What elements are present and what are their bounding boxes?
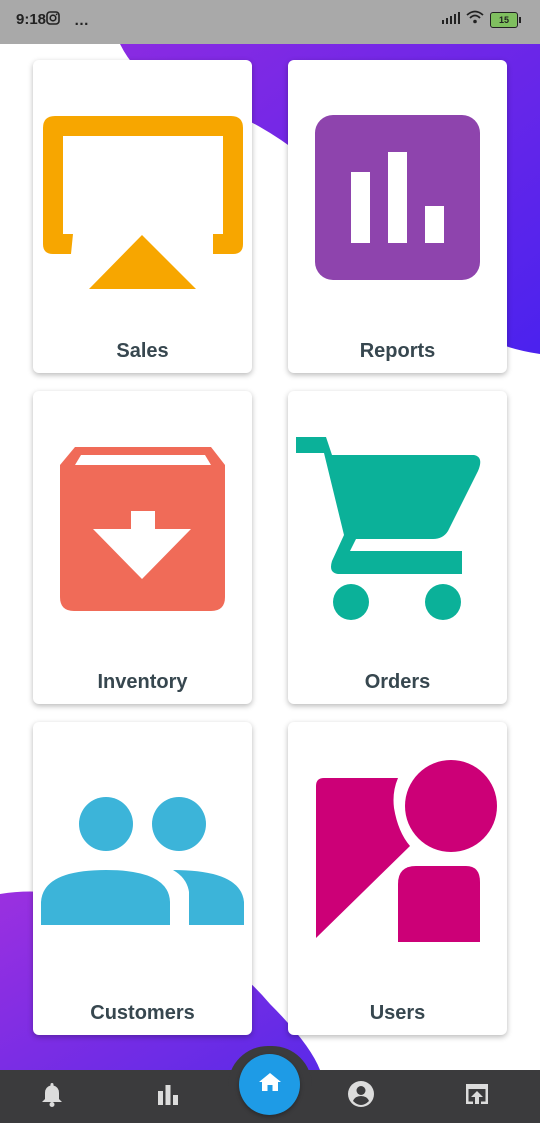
tile-label: Users [369, 1002, 426, 1024]
upload-icon [464, 1082, 490, 1111]
airplay-icon [33, 60, 252, 320]
home-icon [258, 1071, 282, 1098]
tile-reports[interactable]: Reports [288, 60, 507, 373]
shopping-cart-icon [288, 391, 507, 651]
tile-label: Customers [90, 1002, 195, 1024]
dashboard-grid: Sales Reports Inventory Orders Customers… [0, 0, 540, 1070]
tile-label: Sales [116, 340, 169, 362]
tile-orders[interactable]: Orders [288, 391, 507, 704]
tile-sales[interactable]: Sales [33, 60, 252, 373]
status-time: 9:18 [16, 11, 47, 28]
account-icon [347, 1080, 375, 1113]
tile-customers[interactable]: Customers [33, 722, 252, 1035]
status-bar: 9:18 … 15 [0, 0, 540, 44]
instagram-icon [46, 11, 60, 29]
wifi-icon [466, 10, 484, 29]
tile-inventory[interactable]: Inventory [33, 391, 252, 704]
more-dots-icon: … [74, 11, 89, 29]
nav-account[interactable] [343, 1080, 379, 1112]
tile-users[interactable]: Users [288, 722, 507, 1035]
bar-chart-icon [288, 60, 507, 320]
bell-icon [40, 1081, 64, 1112]
tile-label: Reports [359, 340, 436, 362]
signal-icon [442, 11, 460, 29]
nav-reports[interactable] [150, 1080, 186, 1112]
tile-label: Orders [364, 671, 431, 693]
nav-upload[interactable] [459, 1080, 495, 1112]
battery-icon: 15 [490, 11, 521, 28]
user-profile-icon [288, 722, 507, 982]
nav-notifications[interactable] [34, 1080, 70, 1112]
bar-chart-icon [156, 1083, 180, 1110]
archive-box-icon [33, 391, 252, 651]
nav-home[interactable] [239, 1054, 300, 1115]
people-icon [33, 722, 252, 982]
tile-label: Inventory [97, 671, 188, 693]
